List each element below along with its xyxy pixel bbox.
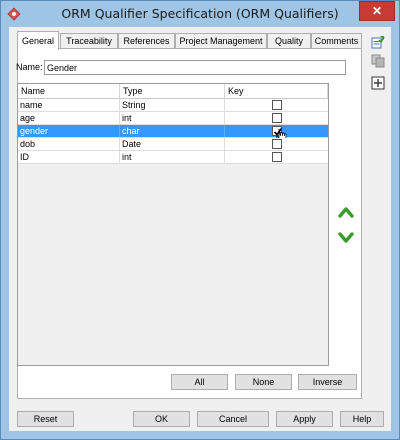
tab-traceability[interactable]: Traceability bbox=[60, 33, 118, 48]
name-label: Name: bbox=[16, 62, 43, 72]
dialog-window: ORM Qualifier Specification (ORM Qualifi… bbox=[0, 0, 400, 440]
cell-type: Date bbox=[120, 138, 225, 150]
cell-name: age bbox=[18, 112, 120, 124]
window-title: ORM Qualifier Specification (ORM Qualifi… bbox=[61, 6, 339, 21]
tab-quality[interactable]: Quality bbox=[267, 33, 311, 48]
table-row[interactable]: age int bbox=[18, 112, 328, 125]
add-icon[interactable] bbox=[371, 76, 385, 90]
table-row[interactable]: dob Date bbox=[18, 138, 328, 151]
inverse-selection-button[interactable]: Inverse bbox=[298, 374, 357, 390]
new-spec-icon[interactable] bbox=[371, 35, 385, 49]
column-header-name[interactable]: Name bbox=[18, 84, 120, 99]
select-none-button[interactable]: None bbox=[235, 374, 292, 390]
dialog-body: General Traceability References Project … bbox=[9, 27, 391, 431]
title-bar[interactable]: ORM Qualifier Specification (ORM Qualifi… bbox=[1, 1, 399, 27]
table-row-selected[interactable]: gender char bbox=[18, 125, 328, 143]
column-header-type[interactable]: Type bbox=[120, 84, 225, 99]
help-button[interactable]: Help bbox=[340, 411, 384, 427]
cancel-button[interactable]: Cancel bbox=[197, 411, 269, 427]
move-up-icon[interactable] bbox=[338, 205, 354, 219]
cell-type: String bbox=[120, 99, 225, 111]
close-button[interactable]: ✕ bbox=[359, 1, 395, 21]
cell-type: int bbox=[120, 151, 225, 163]
key-checkbox[interactable] bbox=[272, 152, 282, 162]
cell-name: ID bbox=[18, 151, 120, 163]
select-all-button[interactable]: All bbox=[171, 374, 228, 390]
table-row[interactable]: ID int bbox=[18, 151, 328, 164]
cell-type: int bbox=[120, 112, 225, 124]
tab-comments[interactable]: Comments bbox=[311, 33, 362, 48]
tab-general[interactable]: General bbox=[17, 31, 59, 50]
ok-button[interactable]: OK bbox=[133, 411, 190, 427]
cell-name: name bbox=[18, 99, 120, 111]
key-checkbox[interactable] bbox=[272, 100, 282, 110]
copy-icon[interactable] bbox=[371, 54, 385, 68]
reset-button[interactable]: Reset bbox=[17, 411, 74, 427]
key-checkbox[interactable] bbox=[272, 113, 282, 123]
name-input[interactable] bbox=[44, 60, 346, 75]
column-header-key[interactable]: Key bbox=[225, 84, 328, 99]
cell-name: gender bbox=[18, 125, 120, 137]
tab-references[interactable]: References bbox=[118, 33, 175, 48]
attributes-table: Name Type Key name String age int gender… bbox=[17, 83, 329, 366]
cell-type: char bbox=[120, 125, 225, 137]
apply-button[interactable]: Apply bbox=[276, 411, 333, 427]
tab-project-management[interactable]: Project Management bbox=[175, 33, 267, 48]
cell-name: dob bbox=[18, 138, 120, 150]
key-checkbox[interactable] bbox=[272, 139, 282, 149]
table-row[interactable]: name String bbox=[18, 99, 328, 112]
move-down-icon[interactable] bbox=[338, 231, 354, 245]
